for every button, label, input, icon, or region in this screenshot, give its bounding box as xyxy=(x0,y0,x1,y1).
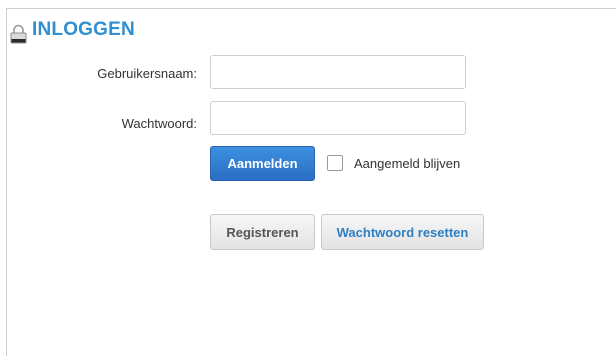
password-label: Wachtwoord: xyxy=(121,116,197,131)
top-margin xyxy=(0,0,616,8)
login-button[interactable]: Aanmelden xyxy=(210,146,315,181)
username-input[interactable] xyxy=(210,55,466,89)
register-button[interactable]: Registreren xyxy=(210,214,315,250)
lock-icon xyxy=(10,24,27,44)
password-input[interactable] xyxy=(210,101,466,135)
remember-me-label[interactable]: Aangemeld blijven xyxy=(354,156,460,171)
remember-me-checkbox[interactable] xyxy=(327,155,343,171)
page-title: INLOGGEN xyxy=(32,19,135,40)
username-label: Gebruikersnaam: xyxy=(97,66,197,81)
reset-password-button[interactable]: Wachtwoord resetten xyxy=(321,214,484,250)
